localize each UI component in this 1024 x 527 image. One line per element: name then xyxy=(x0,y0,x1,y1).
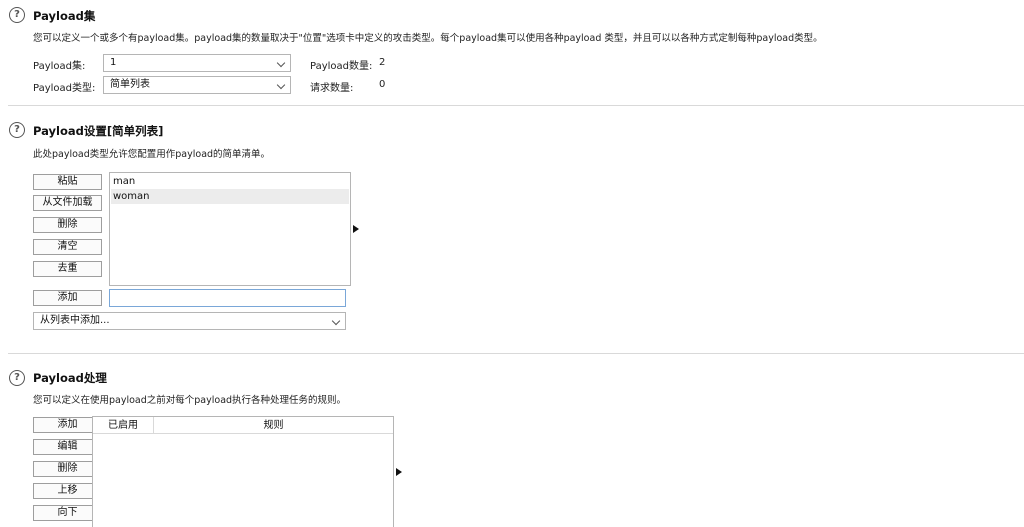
column-header-rule[interactable]: 规则 xyxy=(154,417,393,434)
payload-set-value: 1 xyxy=(110,57,117,68)
payload-options-description: 此处payload类型允许您配置用作payload的简单清单。 xyxy=(33,149,271,160)
chevron-down-icon xyxy=(331,316,341,326)
help-icon[interactable]: ? xyxy=(9,7,25,23)
paste-button[interactable]: 粘贴 xyxy=(33,174,102,190)
payload-sets-title: Payload集 xyxy=(33,9,96,23)
payload-count-value: 2 xyxy=(379,57,386,68)
payload-list[interactable]: man woman xyxy=(109,172,351,286)
help-icon[interactable]: ? xyxy=(9,370,25,386)
payload-sets-description: 您可以定义一个或多个有payload集。payload集的数量取决于"位置"选项… xyxy=(33,33,823,44)
add-button[interactable]: 添加 xyxy=(33,290,102,306)
expand-arrow-icon[interactable] xyxy=(396,468,402,476)
expand-arrow-icon[interactable] xyxy=(353,225,359,233)
payload-processing-title: Payload处理 xyxy=(33,371,107,385)
payload-processing-description: 您可以定义在使用payload之前对每个payload执行各种处理任务的规则。 xyxy=(33,395,347,406)
payload-count-label: Payload数量: xyxy=(310,61,373,72)
processing-rules-table[interactable]: 已启用 规则 xyxy=(92,416,394,527)
add-from-list-select[interactable]: 从列表中添加... xyxy=(33,312,346,330)
payload-type-value: 简单列表 xyxy=(110,79,150,90)
section-divider xyxy=(8,353,1024,354)
add-payload-input[interactable] xyxy=(109,289,346,307)
request-count-value: 0 xyxy=(379,79,386,90)
payload-type-label: Payload类型: xyxy=(33,83,96,94)
list-item[interactable]: man xyxy=(111,174,349,189)
clear-button[interactable]: 清空 xyxy=(33,239,102,255)
deduplicate-button[interactable]: 去重 xyxy=(33,261,102,277)
section-divider xyxy=(8,105,1024,106)
request-count-label: 请求数量: xyxy=(310,83,354,94)
chevron-down-icon xyxy=(276,80,286,90)
remove-button[interactable]: 删除 xyxy=(33,217,102,233)
payload-set-label: Payload集: xyxy=(33,61,86,72)
payload-options-title: Payload设置[简单列表] xyxy=(33,124,164,138)
payload-type-select[interactable]: 简单列表 xyxy=(103,76,291,94)
help-icon[interactable]: ? xyxy=(9,122,25,138)
column-header-enabled[interactable]: 已启用 xyxy=(93,417,154,434)
payload-set-select[interactable]: 1 xyxy=(103,54,291,72)
list-item[interactable]: woman xyxy=(111,189,349,204)
chevron-down-icon xyxy=(276,58,286,68)
add-from-list-value: 从列表中添加... xyxy=(40,315,110,326)
load-from-file-button[interactable]: 从文件加载 xyxy=(33,195,102,211)
